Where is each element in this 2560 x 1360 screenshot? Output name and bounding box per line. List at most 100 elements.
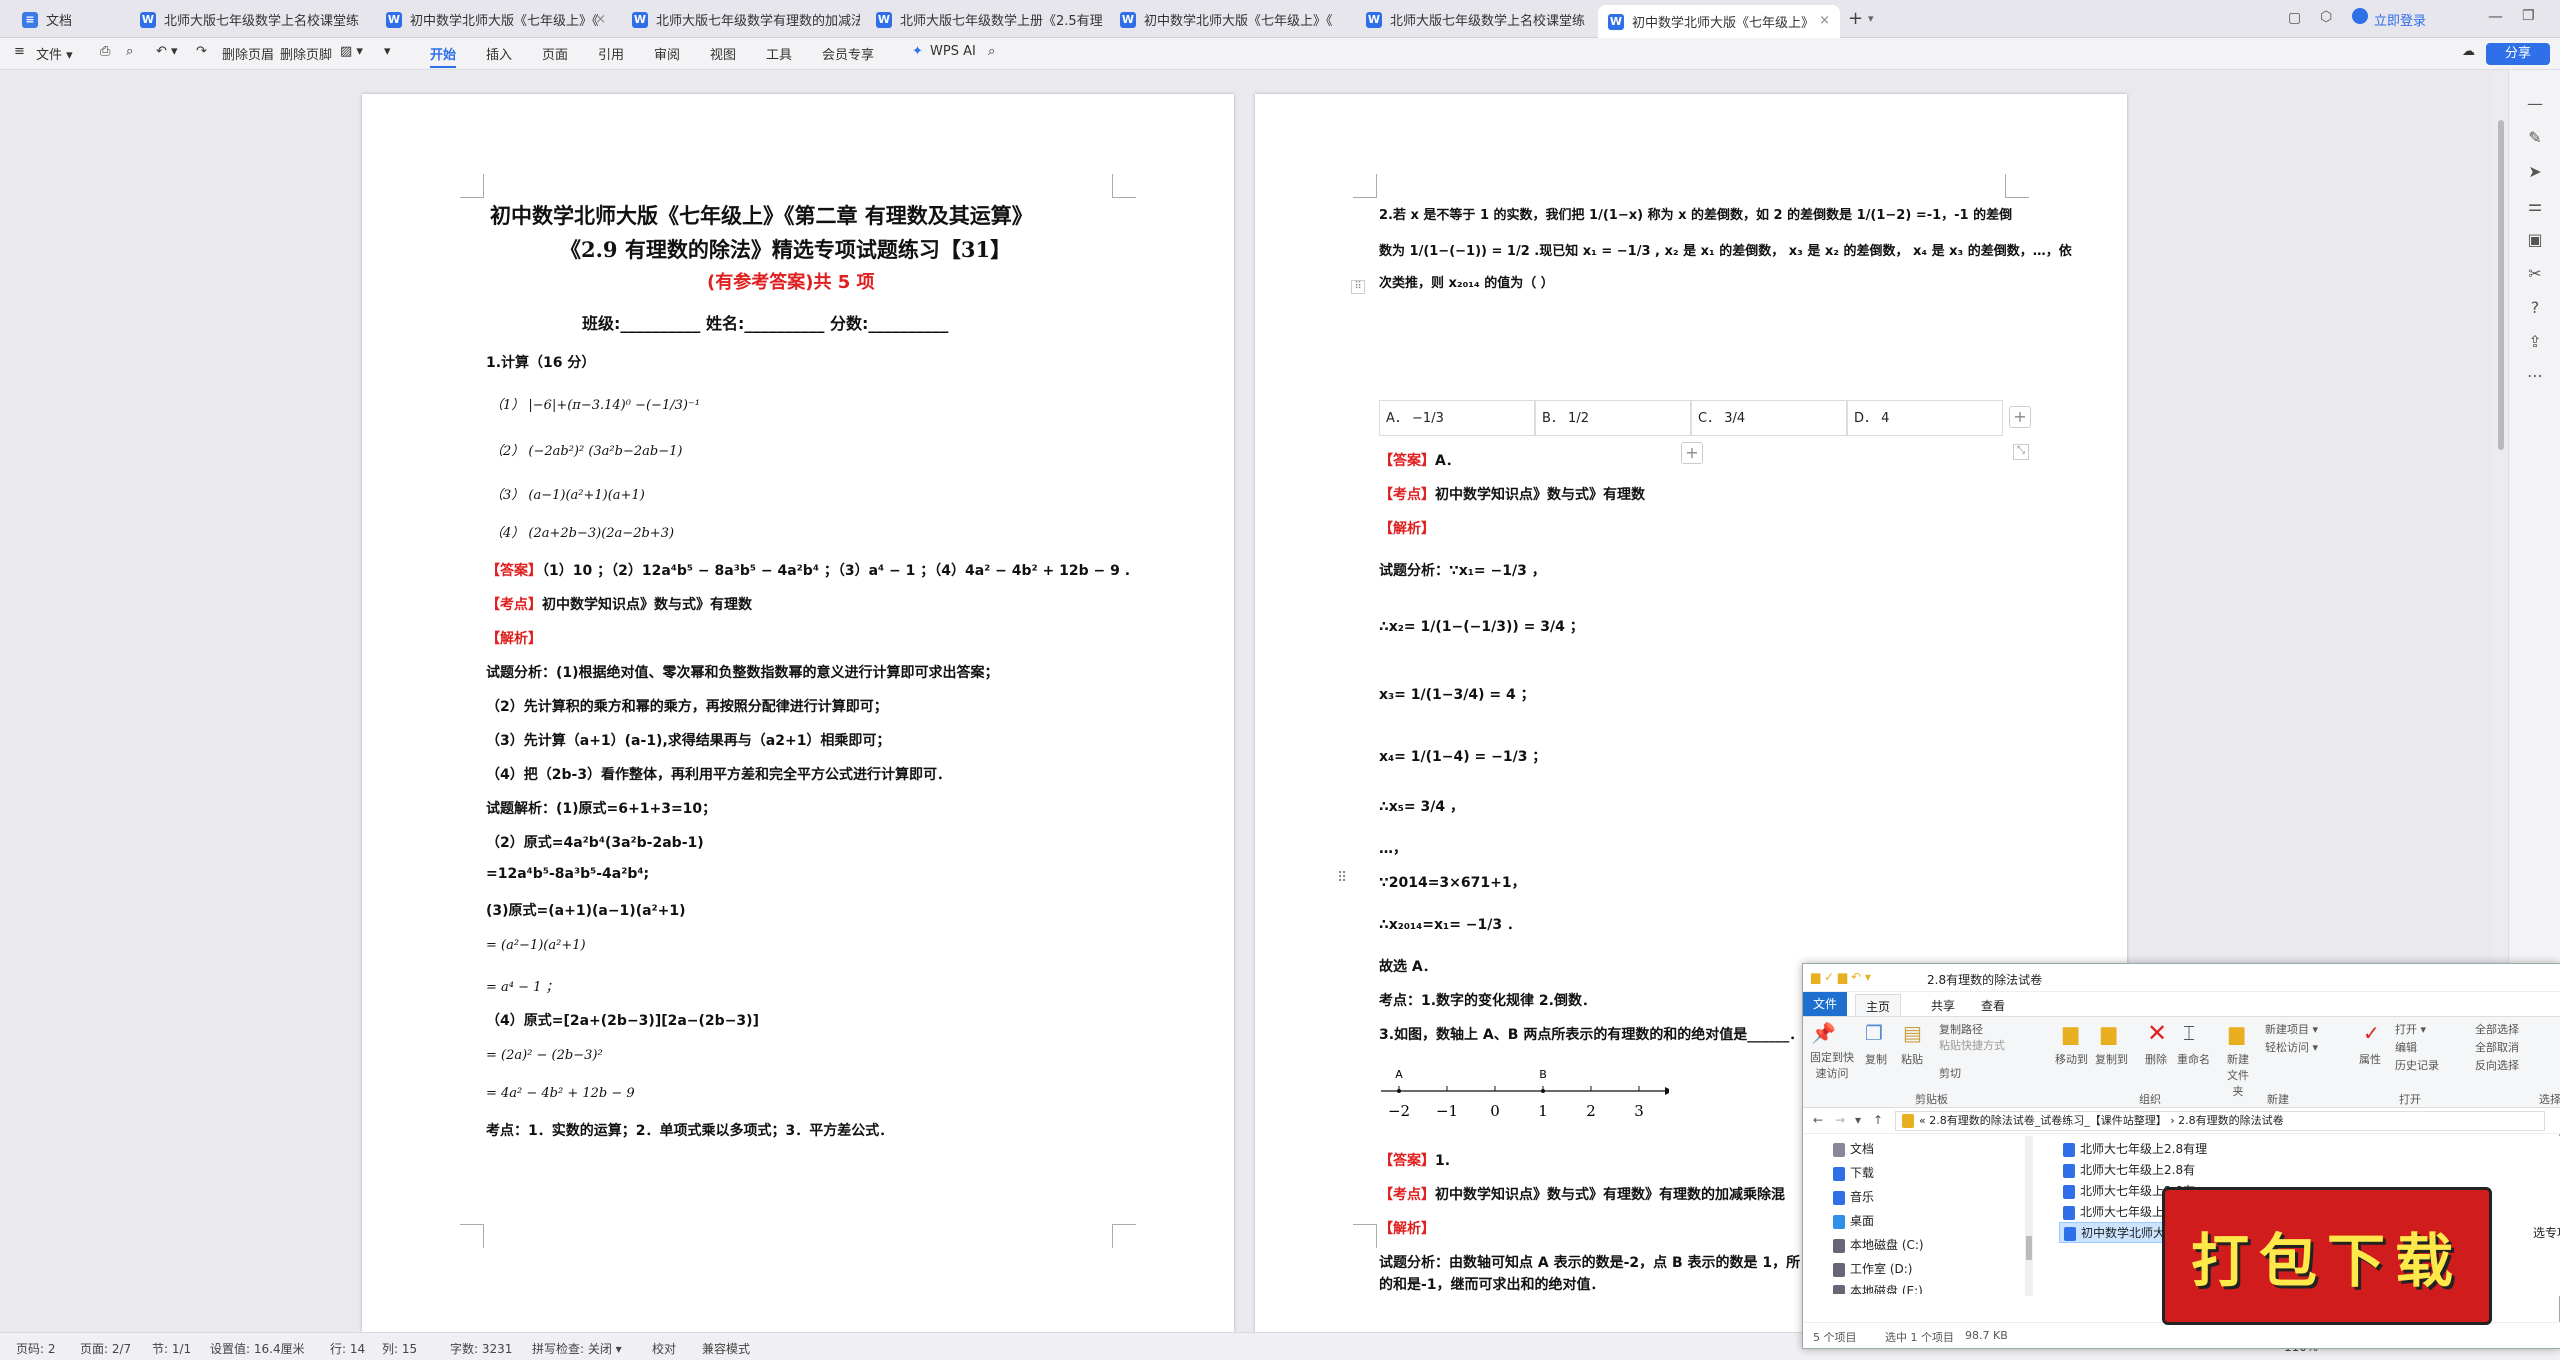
resize-icon[interactable]: ⤡ (2013, 444, 2029, 460)
tab-doc-3[interactable]: W 北师大版七年级数学有理数的加减法练习 (622, 4, 860, 35)
redo-icon[interactable]: ↷ (196, 44, 207, 59)
rename-button[interactable]: 重命名 (2177, 1051, 2210, 1067)
status-proofread[interactable]: 校对 (652, 1340, 676, 1357)
download-banner[interactable]: 打包下载 (2162, 1187, 2492, 1325)
maximize-icon[interactable]: ❐ (2522, 8, 2535, 24)
more-icon[interactable]: ⋯ (2525, 366, 2545, 386)
tab-view[interactable]: 视图 (710, 44, 736, 63)
open-button[interactable]: 打开 ▾ (2395, 1021, 2426, 1037)
window-layout-icon[interactable]: ▢ (2288, 10, 2301, 26)
back-icon[interactable]: ← (1813, 1113, 1823, 1127)
status-page[interactable]: 页面: 2/7 (80, 1340, 131, 1357)
new-item-button[interactable]: 新建项目 ▾ (2265, 1021, 2318, 1037)
paste-shortcut-button[interactable]: 粘贴快捷方式 (1939, 1037, 2005, 1053)
add-column-icon[interactable]: + (2009, 406, 2031, 428)
status-section[interactable]: 节: 1/1 (152, 1340, 191, 1357)
wps-ai-button[interactable]: WPS AI (930, 44, 976, 59)
move-to-button[interactable]: 移动到 (2055, 1051, 2088, 1067)
table-handle-icon[interactable]: ⠿ (1351, 280, 1365, 294)
nav-drive-c[interactable]: 本地磁盘 (C:) (1833, 1236, 1924, 1253)
tools-icon[interactable]: ✂ (2525, 264, 2545, 284)
explorer-tab-share[interactable]: 共享 (1931, 997, 1955, 1014)
invert-selection-button[interactable]: 反向选择 (2475, 1057, 2519, 1073)
delete-header-button[interactable]: 删除页眉 (222, 44, 274, 63)
cloud-icon[interactable]: ☁ (2462, 44, 2475, 59)
image-icon[interactable]: ▣ (2525, 230, 2545, 250)
tab-doc-4[interactable]: W 北师大版七年级数学上册《2.5有理 (866, 4, 1104, 35)
nav-scrollbar[interactable] (2025, 1136, 2033, 1296)
file-item[interactable]: 北师大七年级上2.8有 (2063, 1161, 2195, 1178)
close-icon[interactable]: × (1575, 12, 1586, 27)
file-menu[interactable]: 文件 ▾ (36, 44, 73, 63)
save-icon[interactable]: ⎙ (100, 44, 110, 59)
status-compat-mode[interactable]: 兼容模式 (702, 1340, 750, 1357)
status-setting-value[interactable]: 设置值: 16.4厘米 (210, 1340, 305, 1357)
tab-documents[interactable]: ≡ 文档 (12, 4, 122, 35)
tab-doc-active[interactable]: W 初中数学北师大版《七年级上》 × (1598, 5, 1840, 38)
menu-icon[interactable]: ≡ (14, 44, 25, 59)
copy-button[interactable]: 复制 (1865, 1051, 1887, 1067)
brush-icon[interactable]: ⌕ (126, 44, 133, 59)
up-icon[interactable]: ↑ (1873, 1113, 1883, 1127)
drag-handle-icon[interactable]: ⠿ (1337, 870, 1347, 886)
option-b[interactable]: B． 1/2 (1535, 400, 1691, 436)
nav-documents[interactable]: 文档 (1833, 1140, 1874, 1157)
scrollbar-thumb[interactable] (2498, 120, 2504, 450)
delete-button[interactable]: 删除 (2145, 1051, 2167, 1067)
tab-doc-5[interactable]: W 初中数学北师大版《七年级上》《 (1110, 4, 1348, 35)
select-none-button[interactable]: 全部取消 (2475, 1039, 2519, 1055)
undo-icon[interactable]: ↶ ▾ (156, 44, 178, 59)
add-row-icon[interactable]: + (1681, 442, 1703, 464)
explorer-tab-home[interactable]: 主页 (1855, 994, 1902, 1018)
nav-downloads[interactable]: 下载 (1833, 1164, 1874, 1181)
tab-page[interactable]: 页面 (542, 44, 568, 63)
edit-button[interactable]: 编辑 (2395, 1039, 2417, 1055)
delete-footer-button[interactable]: 删除页脚 (280, 44, 332, 63)
easy-access-button[interactable]: 轻松访问 ▾ (2265, 1039, 2318, 1055)
pen-icon[interactable]: ✎ (2525, 128, 2545, 148)
status-row[interactable]: 行: 14 (330, 1340, 365, 1357)
file-item[interactable]: 北师大七年级上2.8有理 (2063, 1140, 2207, 1157)
share-button[interactable]: 分享 (2486, 43, 2550, 65)
picture-tool-icon[interactable]: ▨ ▾ (340, 44, 363, 59)
nav-music[interactable]: 音乐 (1833, 1188, 1874, 1205)
explorer-tab-file[interactable]: 文件 (1803, 992, 1847, 1016)
cursor-icon[interactable]: ➤ (2525, 162, 2545, 182)
close-icon[interactable]: × (1819, 13, 1830, 28)
new-folder-button[interactable]: 新建文件夹 (2223, 1051, 2253, 1099)
tab-tools[interactable]: 工具 (766, 44, 792, 63)
avatar[interactable] (2352, 8, 2368, 24)
tab-doc-1[interactable]: W 北师大版七年级数学上名校课堂练 (130, 4, 368, 35)
explorer-tab-view[interactable]: 查看 (1981, 997, 2005, 1014)
option-c[interactable]: C． 3/4 (1691, 400, 1847, 436)
address-path[interactable]: « 2.8有理数的除法试卷_试卷练习_【课件站整理】 › 2.8有理数的除法试卷 (1895, 1111, 2545, 1131)
chevron-down-icon[interactable]: ▾ (384, 44, 391, 59)
status-word-count[interactable]: 字数: 3231 (450, 1340, 512, 1357)
status-column[interactable]: 列: 15 (382, 1340, 417, 1357)
collapse-icon[interactable]: — (2525, 94, 2545, 114)
chevron-down-icon[interactable]: ▾ (1868, 12, 1874, 25)
select-all-button[interactable]: 全部选择 (2475, 1021, 2519, 1037)
history-button[interactable]: 历史记录 (2395, 1057, 2439, 1073)
cube-icon[interactable]: ⬡ (2320, 9, 2332, 25)
close-icon[interactable]: × (595, 12, 606, 27)
new-tab-button[interactable]: + (1848, 8, 1863, 29)
tab-references[interactable]: 引用 (598, 44, 624, 63)
chevron-down-icon[interactable]: ▾ (1855, 1113, 1861, 1127)
scrollbar-thumb[interactable] (2026, 1236, 2032, 1260)
share-icon[interactable]: ⇪ (2525, 332, 2545, 352)
tab-insert[interactable]: 插入 (486, 44, 512, 63)
status-spell-check[interactable]: 拼写检查: 关闭 ▾ (532, 1340, 622, 1357)
tab-doc-2[interactable]: W 初中数学北师大版《七年级上》《 × (376, 4, 614, 35)
pin-quick-access-button[interactable]: 固定到快速访问 (1809, 1049, 1855, 1081)
copy-to-button[interactable]: 复制到 (2095, 1051, 2128, 1067)
option-a[interactable]: A． −1/3 (1379, 400, 1535, 436)
nav-desktop[interactable]: 桌面 (1833, 1212, 1874, 1229)
status-page-number[interactable]: 页码: 2 (16, 1340, 56, 1357)
option-d[interactable]: D． 4 (1847, 400, 2003, 436)
tab-member[interactable]: 会员专享 (822, 44, 874, 63)
nav-drive-d[interactable]: 工作室 (D:) (1833, 1260, 1912, 1277)
tab-review[interactable]: 审阅 (654, 44, 680, 63)
help-icon[interactable]: ? (2525, 298, 2545, 318)
copy-path-button[interactable]: 复制路径 (1939, 1021, 1983, 1037)
